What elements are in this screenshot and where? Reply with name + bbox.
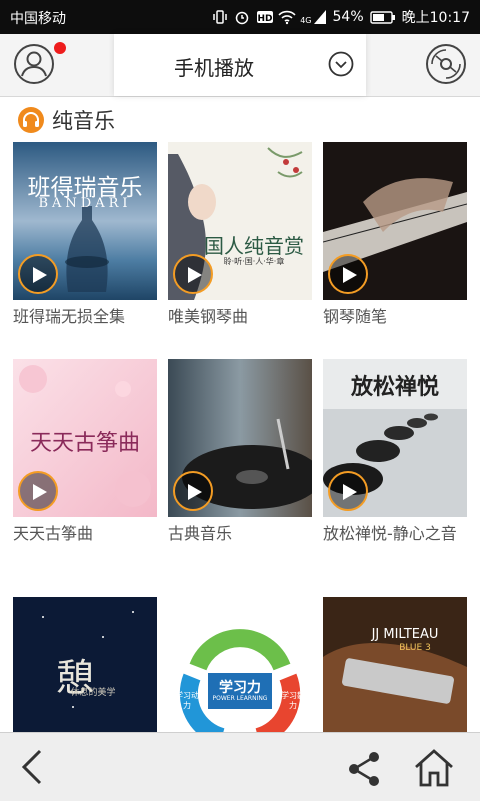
album-cover[interactable]: 天天古筝曲: [13, 359, 157, 517]
signal-icon: 4G: [300, 9, 326, 25]
album-title: 班得瑞无损全集: [13, 307, 126, 326]
album-card-guzheng[interactable]: 天天古筝曲 天天古筝曲: [13, 359, 157, 545]
album-card-zen[interactable]: 放松禅悦 放松禅悦-静心之音: [323, 359, 467, 545]
cover-title: 天天古筝曲: [29, 431, 140, 456]
album-cover[interactable]: 国人纯音赏 聆·听·国·人·华·章: [168, 142, 312, 300]
play-button[interactable]: [328, 471, 368, 511]
play-icon: [33, 484, 47, 500]
play-icon: [188, 267, 202, 283]
album-card-classical[interactable]: 古典音乐: [168, 359, 312, 545]
play-button[interactable]: [173, 471, 213, 511]
cover-title: JJ MILTEAU: [371, 627, 439, 642]
play-button[interactable]: [328, 254, 368, 294]
album-cover[interactable]: 憩 休息的美学: [13, 597, 157, 732]
disc-icon: [426, 44, 466, 84]
album-cover[interactable]: [323, 142, 467, 300]
section-title: 纯音乐: [52, 109, 115, 133]
album-cover[interactable]: 班得瑞音乐 BANDARI: [13, 142, 157, 300]
clock: 晚上10:17: [401, 10, 470, 26]
cover-subtitle: 休息的美学: [70, 688, 116, 698]
play-icon: [188, 484, 202, 500]
vibrate-icon: [212, 9, 228, 25]
play-icon: [343, 484, 357, 500]
cover-subtitle: BLUE 3: [399, 643, 431, 653]
battery-icon: [369, 9, 396, 25]
album-card-harmonica[interactable]: JJ MILTEAU BLUE 3: [323, 597, 467, 732]
album-title: 天天古筝曲: [13, 524, 94, 543]
svg-text:HD: HD: [258, 14, 273, 24]
app-header: 手机播放: [0, 34, 480, 97]
title-dropdown[interactable]: 手机播放: [114, 34, 366, 96]
cover-title: 学习力: [219, 680, 261, 696]
user-avatar-button[interactable]: [12, 42, 56, 86]
hd-icon: HD: [256, 9, 274, 25]
play-icon: [343, 267, 357, 283]
album-cover[interactable]: 放松禅悦: [323, 359, 467, 517]
album-cover[interactable]: JJ MILTEAU BLUE 3: [323, 597, 467, 732]
network-type: 4G: [300, 16, 312, 25]
album-card-piano-beauty[interactable]: 国人纯音赏 聆·听·国·人·华·章 唯美钢琴曲: [168, 142, 312, 328]
album-cover[interactable]: 学习能力 学习动力 学习毅力 学习力 POWER LEARNING: [168, 597, 312, 732]
share-icon: [349, 752, 379, 786]
section-header: 纯音乐: [18, 106, 115, 134]
play-button[interactable]: [173, 254, 213, 294]
album-card-bandari[interactable]: 班得瑞音乐 BANDARI 班得瑞无损全集: [13, 142, 157, 328]
album-card-piano-essay[interactable]: 钢琴随笔: [323, 142, 467, 328]
alarm-icon: [234, 9, 250, 25]
play-button[interactable]: [18, 471, 58, 511]
home-button[interactable]: [412, 747, 456, 789]
album-title: 钢琴随笔: [323, 307, 388, 326]
ring-label-top: 学习能力: [221, 604, 258, 614]
page-title: 手机播放: [174, 56, 254, 80]
status-bar: 中国移动 HD 4G 54% 晚上10:17: [0, 0, 480, 34]
cover-subtitle: BANDARI: [38, 196, 132, 211]
chevron-down-icon: [328, 51, 354, 77]
album-title: 放松禅悦-静心之音: [323, 524, 457, 543]
wifi-icon: [278, 9, 296, 25]
headphones-icon: [18, 107, 44, 133]
album-cover[interactable]: [168, 359, 312, 517]
play-icon: [33, 267, 47, 283]
notification-dot: [54, 42, 66, 54]
album-title: 古典音乐: [168, 524, 233, 543]
cover-title: 放松禅悦: [350, 374, 439, 400]
back-arrow-icon: [21, 749, 42, 785]
cover-subtitle: 聆·听·国·人·华·章: [223, 257, 285, 266]
cover-subtitle: POWER LEARNING: [212, 695, 268, 702]
back-button[interactable]: [14, 747, 50, 787]
share-button[interactable]: [344, 749, 384, 789]
carrier-name: 中国移动: [10, 11, 66, 27]
album-title: 唯美钢琴曲: [168, 307, 249, 326]
battery-percent: 54%: [332, 9, 364, 25]
cover-title: 国人纯音赏: [204, 234, 304, 258]
bottom-bar: [0, 732, 480, 801]
user-icon: [14, 44, 54, 84]
album-card-rest[interactable]: 憩 休息的美学: [13, 597, 157, 732]
disc-button[interactable]: [424, 42, 468, 86]
album-card-learning[interactable]: 学习能力 学习动力 学习毅力 学习力 POWER LEARNING: [168, 597, 312, 732]
album-grid: 班得瑞音乐 BANDARI 班得瑞无损全集 国人纯音赏 聆·听·国·人·华·章 …: [0, 142, 480, 732]
home-icon: [415, 749, 453, 787]
play-button[interactable]: [18, 254, 58, 294]
